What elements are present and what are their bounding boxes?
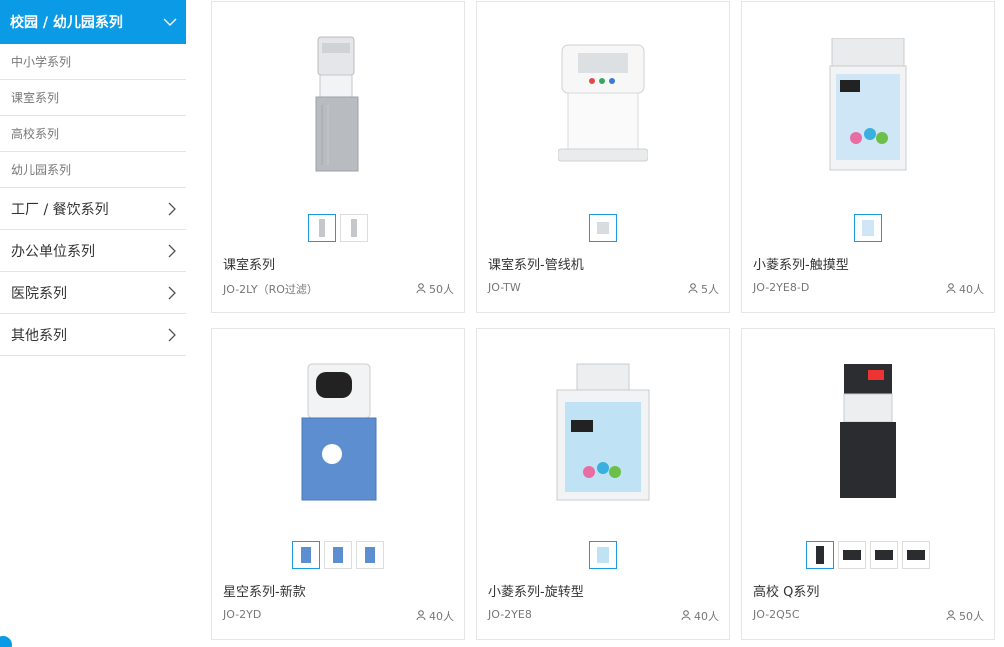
product-title[interactable]: 课室系列-管线机 bbox=[488, 254, 584, 273]
sidebar-item-label: 其他系列 bbox=[11, 327, 67, 344]
thumbnail-strip bbox=[742, 541, 994, 569]
sidebar-subitem-primary-school[interactable]: 中小学系列 bbox=[0, 44, 186, 80]
sidebar-subitem-university[interactable]: 高校系列 bbox=[0, 116, 186, 152]
thumbnail[interactable] bbox=[324, 541, 352, 569]
user-icon bbox=[688, 282, 698, 296]
sidebar-active-category-label: 校园 / 幼儿园系列 bbox=[10, 15, 123, 31]
user-icon bbox=[416, 609, 426, 623]
sidebar-item-label: 办公单位系列 bbox=[11, 243, 95, 260]
thumbnail-strip bbox=[212, 214, 464, 242]
product-card[interactable]: 课室系列 JO-2LY（RO过滤） 50人 bbox=[211, 1, 465, 313]
product-model: JO-2YD bbox=[223, 608, 262, 621]
product-card[interactable]: 星空系列-新款 JO-2YD 40人 bbox=[211, 328, 465, 640]
product-image bbox=[742, 329, 994, 534]
product-card[interactable]: 高校 Q系列 JO-2Q5C 50人 bbox=[741, 328, 995, 640]
product-title[interactable]: 课室系列 bbox=[223, 254, 275, 273]
product-model: JO-2Q5C bbox=[753, 608, 800, 621]
capacity-value: 40人 bbox=[429, 610, 454, 623]
product-model: JO-2YE8 bbox=[488, 608, 532, 621]
sidebar-subitem-classroom[interactable]: 课室系列 bbox=[0, 80, 186, 116]
user-icon bbox=[946, 282, 956, 296]
thumbnail[interactable] bbox=[589, 214, 617, 242]
product-card[interactable]: 小菱系列-旋转型 JO-2YE8 40人 bbox=[476, 328, 730, 640]
capacity-info: 40人 bbox=[946, 281, 984, 297]
capacity-value: 40人 bbox=[694, 610, 719, 623]
product-model: JO-2LY（RO过滤） bbox=[223, 283, 318, 296]
chevron-right-icon bbox=[158, 328, 186, 342]
sidebar-item-label: 工厂 / 餐饮系列 bbox=[11, 201, 109, 218]
chevron-down-icon bbox=[154, 0, 186, 44]
thumbnail[interactable] bbox=[308, 214, 336, 242]
capacity-info: 50人 bbox=[416, 281, 454, 297]
thumbnail[interactable] bbox=[806, 541, 834, 569]
product-title[interactable]: 小菱系列-旋转型 bbox=[488, 581, 584, 600]
user-icon bbox=[946, 609, 956, 623]
capacity-info: 40人 bbox=[681, 608, 719, 624]
sidebar-item-office[interactable]: 办公单位系列 bbox=[0, 230, 186, 272]
category-sidebar: 校园 / 幼儿园系列 中小学系列 课室系列 高校系列 幼儿园系列 工厂 / 餐饮… bbox=[0, 0, 186, 356]
thumbnail[interactable] bbox=[902, 541, 930, 569]
product-image bbox=[212, 329, 464, 534]
thumbnail[interactable] bbox=[292, 541, 320, 569]
sidebar-item-other[interactable]: 其他系列 bbox=[0, 314, 186, 356]
thumbnail[interactable] bbox=[854, 214, 882, 242]
capacity-value: 5人 bbox=[701, 283, 719, 296]
capacity-value: 50人 bbox=[429, 283, 454, 296]
thumbnail[interactable] bbox=[589, 541, 617, 569]
sidebar-active-category[interactable]: 校园 / 幼儿园系列 bbox=[0, 0, 186, 44]
thumbnail[interactable] bbox=[870, 541, 898, 569]
product-card[interactable]: 课室系列-管线机 JO-TW 5人 bbox=[476, 1, 730, 313]
product-model: JO-2YE8-D bbox=[753, 281, 810, 294]
thumbnail[interactable] bbox=[356, 541, 384, 569]
chevron-right-icon bbox=[158, 202, 186, 216]
user-icon bbox=[681, 609, 691, 623]
floating-chat-button[interactable] bbox=[0, 636, 12, 647]
chevron-right-icon bbox=[158, 244, 186, 258]
capacity-info: 50人 bbox=[946, 608, 984, 624]
product-model: JO-TW bbox=[488, 281, 521, 294]
chevron-right-icon bbox=[158, 286, 186, 300]
product-image bbox=[742, 2, 994, 207]
sidebar-subitem-kindergarten[interactable]: 幼儿园系列 bbox=[0, 152, 186, 188]
sidebar-item-factory-catering[interactable]: 工厂 / 餐饮系列 bbox=[0, 188, 186, 230]
product-image bbox=[477, 2, 729, 207]
product-image bbox=[477, 329, 729, 534]
product-image bbox=[212, 2, 464, 207]
thumbnail[interactable] bbox=[340, 214, 368, 242]
product-card[interactable]: 小菱系列-触摸型 JO-2YE8-D 40人 bbox=[741, 1, 995, 313]
capacity-value: 50人 bbox=[959, 610, 984, 623]
page: 校园 / 幼儿园系列 中小学系列 课室系列 高校系列 幼儿园系列 工厂 / 餐饮… bbox=[0, 0, 1004, 647]
product-title[interactable]: 小菱系列-触摸型 bbox=[753, 254, 849, 273]
thumbnail-strip bbox=[212, 541, 464, 569]
product-title[interactable]: 星空系列-新款 bbox=[223, 581, 306, 600]
capacity-info: 5人 bbox=[688, 281, 719, 297]
capacity-value: 40人 bbox=[959, 283, 984, 296]
thumbnail-strip bbox=[742, 214, 994, 242]
product-title[interactable]: 高校 Q系列 bbox=[753, 581, 819, 600]
thumbnail-strip bbox=[477, 214, 729, 242]
thumbnail[interactable] bbox=[838, 541, 866, 569]
sidebar-item-label: 医院系列 bbox=[11, 285, 67, 302]
capacity-info: 40人 bbox=[416, 608, 454, 624]
thumbnail-strip bbox=[477, 541, 729, 569]
user-icon bbox=[416, 282, 426, 296]
sidebar-item-hospital[interactable]: 医院系列 bbox=[0, 272, 186, 314]
